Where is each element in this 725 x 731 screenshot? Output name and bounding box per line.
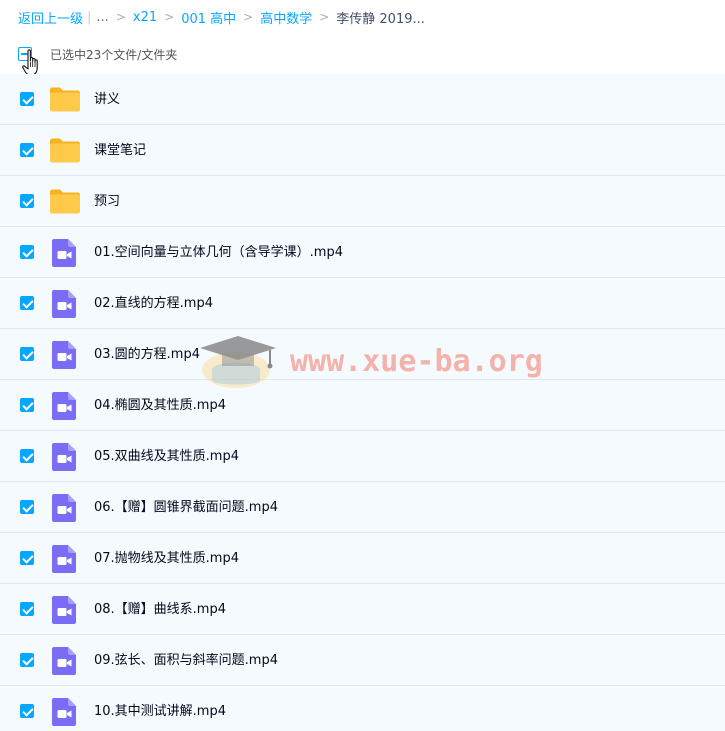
file-row[interactable]: 02.直线的方程.mp4 xyxy=(0,278,725,329)
hand-cursor-icon xyxy=(22,49,38,76)
file-name[interactable]: 讲义 xyxy=(94,74,120,125)
row-checkbox[interactable] xyxy=(20,449,34,463)
row-checkbox[interactable] xyxy=(20,704,34,718)
file-name[interactable]: 05.双曲线及其性质.mp4 xyxy=(94,431,239,482)
video-file-icon xyxy=(49,290,81,318)
file-row[interactable]: 08.【赠】曲线系.mp4 xyxy=(0,584,725,635)
file-name[interactable]: 预习 xyxy=(94,176,120,227)
file-row[interactable]: 10.其中测试讲解.mp4 xyxy=(0,686,725,731)
breadcrumb-item-x21[interactable]: x21 xyxy=(133,10,157,25)
row-checkbox[interactable] xyxy=(20,398,34,412)
chevron-right-icon: > xyxy=(243,10,254,24)
chevron-right-icon: > xyxy=(164,10,175,24)
breadcrumb-current: 李传静 2019... xyxy=(336,11,425,27)
row-checkbox[interactable] xyxy=(20,551,34,565)
file-row[interactable]: 07.抛物线及其性质.mp4 xyxy=(0,533,725,584)
video-file-icon xyxy=(49,698,81,726)
breadcrumb-item-highschool[interactable]: 001 高中 xyxy=(181,8,236,27)
video-file-icon xyxy=(49,545,81,573)
file-name[interactable]: 03.圆的方程.mp4 xyxy=(94,329,200,380)
selection-count: 已选中23个文件/文件夹 xyxy=(50,47,178,62)
row-checkbox[interactable] xyxy=(20,143,34,157)
chevron-right-icon: > xyxy=(115,10,126,24)
video-file-icon xyxy=(49,341,81,369)
video-file-icon xyxy=(49,596,81,624)
row-checkbox[interactable] xyxy=(20,194,34,208)
back-link[interactable]: 返回上一级 xyxy=(18,8,83,27)
video-file-icon xyxy=(49,494,81,522)
video-file-icon xyxy=(49,647,81,675)
video-file-icon xyxy=(49,239,81,267)
file-row[interactable]: 09.弦长、面积与斜率问题.mp4 xyxy=(0,635,725,686)
folder-row[interactable]: 预习 xyxy=(0,176,725,227)
row-checkbox[interactable] xyxy=(20,92,34,106)
row-checkbox[interactable] xyxy=(20,245,34,259)
folder-icon xyxy=(49,187,81,215)
file-row[interactable]: 04.椭圆及其性质.mp4 xyxy=(0,380,725,431)
file-row[interactable]: 03.圆的方程.mp4 xyxy=(0,329,725,380)
breadcrumb-ellipsis[interactable]: ... xyxy=(96,10,108,25)
file-name[interactable]: 08.【赠】曲线系.mp4 xyxy=(94,584,226,635)
row-checkbox[interactable] xyxy=(20,602,34,616)
file-browser: 返回上一级 | ... > x21 > 001 高中 > 高中数学 > 李传静 … xyxy=(0,0,725,731)
file-list: 讲义 课堂笔记 预习 01.空间向量与立体几何（含导学课）.mp4 02.直线的方程.m… xyxy=(0,74,725,731)
folder-row[interactable]: 讲义 xyxy=(0,74,725,125)
file-name[interactable]: 04.椭圆及其性质.mp4 xyxy=(94,380,226,431)
file-name[interactable]: 01.空间向量与立体几何（含导学课）.mp4 xyxy=(94,227,343,278)
row-checkbox[interactable] xyxy=(20,347,34,361)
file-name[interactable]: 10.其中测试讲解.mp4 xyxy=(94,686,226,731)
file-name[interactable]: 课堂笔记 xyxy=(94,125,146,176)
file-name[interactable]: 02.直线的方程.mp4 xyxy=(94,278,213,329)
file-row[interactable]: 06.【赠】圆锥界截面问题.mp4 xyxy=(0,482,725,533)
row-checkbox[interactable] xyxy=(20,500,34,514)
file-name[interactable]: 07.抛物线及其性质.mp4 xyxy=(94,533,239,584)
folder-icon xyxy=(49,136,81,164)
breadcrumb-item-math[interactable]: 高中数学 xyxy=(260,8,312,27)
row-checkbox[interactable] xyxy=(20,653,34,667)
chevron-right-icon: > xyxy=(319,10,330,24)
video-file-icon xyxy=(49,392,81,420)
breadcrumb: 返回上一级 | ... > x21 > 001 高中 > 高中数学 > 李传静 … xyxy=(18,7,425,27)
file-row[interactable]: 01.空间向量与立体几何（含导学课）.mp4 xyxy=(0,227,725,278)
folder-row[interactable]: 课堂笔记 xyxy=(0,125,725,176)
file-name[interactable]: 06.【赠】圆锥界截面问题.mp4 xyxy=(94,482,278,533)
folder-icon xyxy=(49,85,81,113)
file-row[interactable]: 05.双曲线及其性质.mp4 xyxy=(0,431,725,482)
file-name[interactable]: 09.弦长、面积与斜率问题.mp4 xyxy=(94,635,278,686)
breadcrumb-divider: | xyxy=(87,9,92,25)
video-file-icon xyxy=(49,443,81,471)
row-checkbox[interactable] xyxy=(20,296,34,310)
